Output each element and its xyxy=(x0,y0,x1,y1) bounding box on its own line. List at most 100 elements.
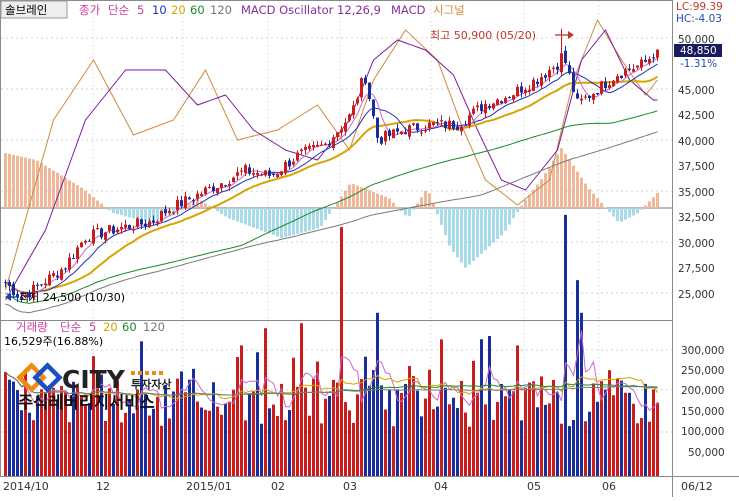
volume-bar xyxy=(296,387,299,476)
volume-bar xyxy=(536,407,539,476)
volume-bar xyxy=(168,418,171,476)
volume-bar xyxy=(120,422,123,476)
oscillator-bar xyxy=(452,208,455,252)
candle-body xyxy=(64,269,67,270)
oscillator-bar xyxy=(600,203,603,208)
candle-body xyxy=(276,174,279,177)
candle-body xyxy=(236,172,239,176)
oscillator-bar xyxy=(512,208,515,218)
candle-body xyxy=(584,97,587,98)
candle-body xyxy=(304,147,307,150)
oscillator-bar xyxy=(36,161,39,208)
oscillator-bar xyxy=(612,208,615,217)
candle-body xyxy=(292,162,295,165)
oscillator-bar xyxy=(92,197,95,208)
oscillator-bar xyxy=(632,208,635,216)
x-tick: 2014/10 xyxy=(3,480,49,493)
volume-bar xyxy=(612,395,615,476)
oscillator-bar xyxy=(336,202,339,208)
oscillator-bar xyxy=(24,158,27,208)
volume-bar xyxy=(652,389,655,476)
candle-body xyxy=(636,66,639,68)
volume-bar xyxy=(548,403,551,476)
candle-body xyxy=(128,225,131,229)
oscillator-bar xyxy=(588,189,591,208)
volume-bar xyxy=(208,411,211,476)
candle-body xyxy=(488,106,491,108)
legend-signal: 시그널 xyxy=(433,3,465,17)
volume-bar xyxy=(432,409,435,476)
price-y-tick: 27,500 xyxy=(678,263,715,275)
candle-body xyxy=(532,80,535,91)
volume-bar xyxy=(280,384,283,476)
price-y-tick: 40,000 xyxy=(678,136,715,148)
candle-body xyxy=(60,269,63,279)
volume-bar xyxy=(508,389,511,476)
legend-ma10: 10 xyxy=(152,3,167,17)
oscillator-bar xyxy=(556,154,559,208)
volume-bar xyxy=(268,408,271,476)
volume-bar xyxy=(68,422,71,476)
candle-body xyxy=(588,96,591,98)
price-y-tick: 35,000 xyxy=(678,187,715,199)
volume-bar xyxy=(592,383,595,476)
current-price-label: 48,850 xyxy=(680,45,717,57)
oscillator-bar xyxy=(648,201,651,208)
candle-body xyxy=(556,67,559,70)
candle-body xyxy=(376,118,379,138)
volume-bar xyxy=(300,323,303,476)
legend-ma120: 120 xyxy=(210,3,232,17)
candle-body xyxy=(508,97,511,98)
oscillator-bar xyxy=(500,208,503,235)
candle-body xyxy=(40,284,43,285)
candle-body xyxy=(404,132,407,134)
candle-body xyxy=(500,101,503,103)
volume-bar xyxy=(224,404,227,476)
candle-body xyxy=(332,137,335,148)
oscillator-bar xyxy=(4,153,7,208)
candle-body xyxy=(12,284,15,295)
volume-bar xyxy=(476,393,479,476)
candle-body xyxy=(640,60,643,68)
oscillator-bar xyxy=(320,208,323,226)
oscillator-bar xyxy=(8,154,11,208)
candle-body xyxy=(476,105,479,107)
volume-bar xyxy=(376,313,379,476)
oscillator-bar xyxy=(48,168,51,208)
oscillator-bar xyxy=(124,208,127,216)
oscillator-bar xyxy=(504,208,507,231)
volume-bar xyxy=(628,393,631,476)
volume-bar xyxy=(196,402,199,476)
candle-body xyxy=(256,173,259,175)
candle-body xyxy=(284,162,287,173)
oscillator-bar xyxy=(100,204,103,208)
oscillator-bar xyxy=(548,167,551,208)
oscillator-bar xyxy=(204,203,207,208)
oscillator-bar xyxy=(440,208,443,225)
chart-canvas[interactable]: 25,000 27,500 30,000 32,500 35,000 37,50… xyxy=(0,0,739,497)
candle-body xyxy=(624,69,627,75)
oscillator-bar xyxy=(68,180,71,208)
candle-body xyxy=(172,212,175,213)
stock-name: 솔브레인 xyxy=(5,3,47,17)
candle-body xyxy=(312,145,315,147)
candle-body xyxy=(204,188,207,195)
volume-bar xyxy=(148,416,151,476)
volume-bar xyxy=(176,379,179,476)
brand-subtitle: 주식레버리지서비스 xyxy=(18,393,155,412)
candle-body xyxy=(112,226,115,233)
oscillator-bar xyxy=(356,186,359,208)
oscillator-bar xyxy=(592,194,595,208)
lc-label: LC:99.39 xyxy=(676,1,723,13)
volume-bar xyxy=(596,402,599,476)
candle-body xyxy=(296,153,299,161)
candle-body xyxy=(460,127,463,131)
price-y-tick: 30,000 xyxy=(678,238,715,250)
volume-bar xyxy=(212,382,215,476)
oscillator-bar xyxy=(464,208,467,268)
candle-body xyxy=(524,90,527,93)
volume-bar xyxy=(260,424,263,476)
candle-body xyxy=(324,144,327,146)
x-tick: 02 xyxy=(271,480,285,493)
candle-body xyxy=(260,175,263,176)
